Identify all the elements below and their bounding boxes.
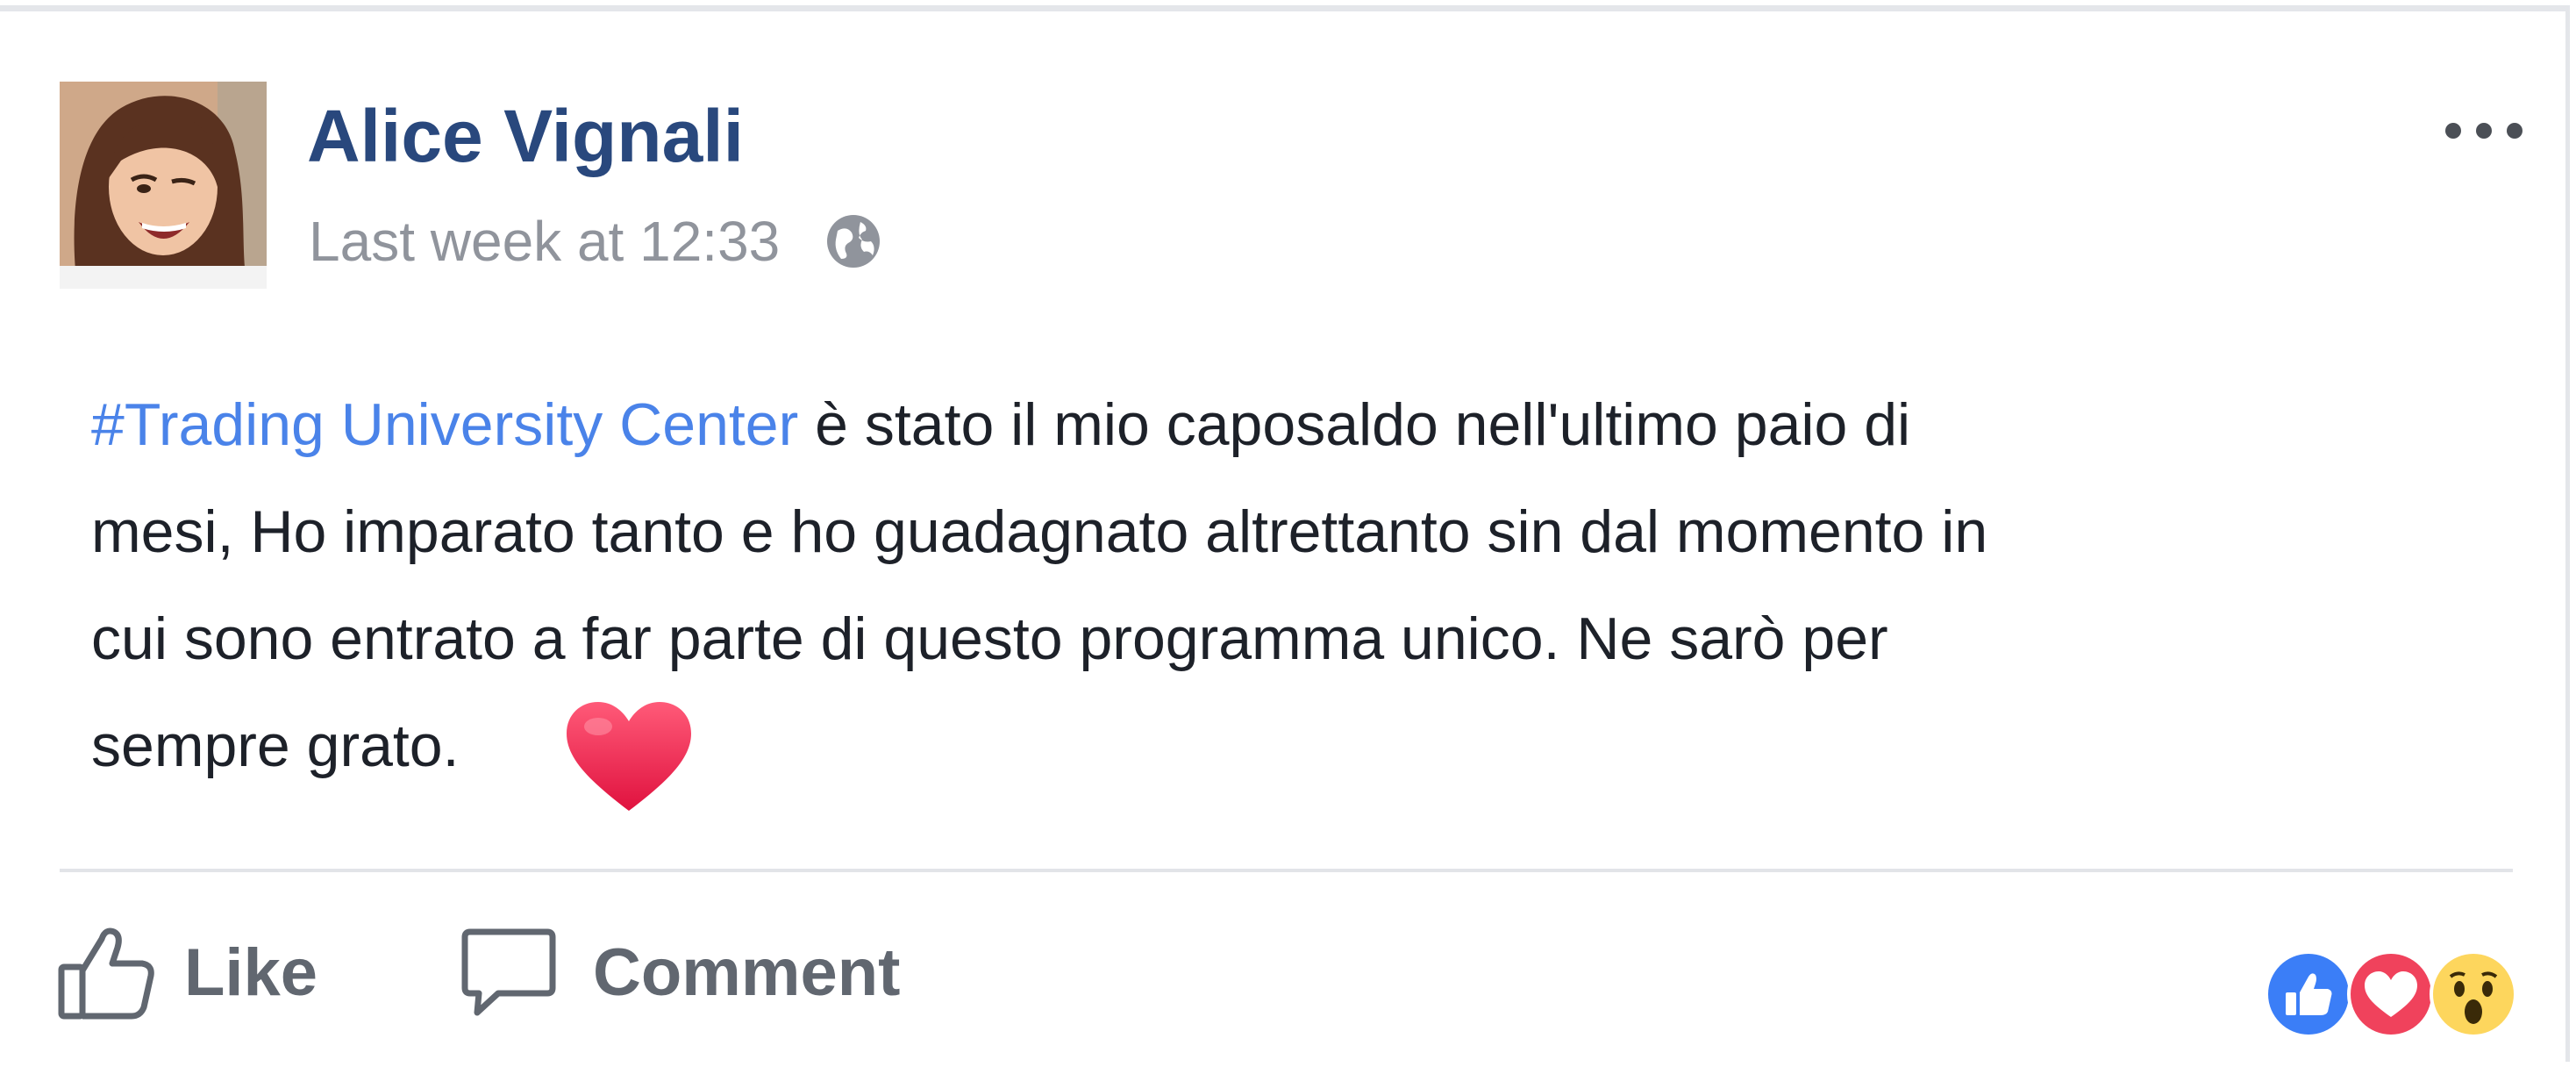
- like-label: Like: [184, 935, 318, 1010]
- like-reaction-icon: [2265, 950, 2352, 1038]
- post-text-4: sempre grato.: [91, 713, 460, 779]
- post-line-3: cui sono entrato a far parte di questo p…: [91, 605, 1888, 672]
- actions-divider: [60, 869, 2513, 872]
- post-timestamp[interactable]: Last week at 12:33: [309, 209, 780, 274]
- author-name[interactable]: Alice Vignali: [307, 99, 744, 173]
- post-text-1: è stato il mio caposaldo nell'ultimo pai…: [798, 391, 1911, 458]
- hashtag-link[interactable]: #Trading University Center: [91, 391, 798, 458]
- post-card: Alice Vignali Last week at 12:33 #Tradin…: [0, 5, 2570, 1062]
- more-dot: [2445, 123, 2461, 139]
- more-dot: [2507, 123, 2522, 139]
- post-body: #Trading University Center è stato il mi…: [91, 371, 2337, 812]
- author-avatar[interactable]: [60, 82, 267, 289]
- like-button[interactable]: Like: [56, 920, 318, 1025]
- heart-emoji-icon: [563, 700, 695, 814]
- more-options-icon[interactable]: [2445, 106, 2522, 155]
- post-meta: Last week at 12:33: [309, 206, 881, 276]
- post-line-4: sempre grato.: [91, 692, 2337, 812]
- post-line-1: #Trading University Center è stato il mi…: [91, 371, 2337, 478]
- comment-button[interactable]: Comment: [460, 920, 900, 1025]
- wow-reaction-icon: [2430, 950, 2517, 1038]
- avatar-photo: [60, 82, 267, 289]
- love-reaction-icon: [2347, 950, 2435, 1038]
- reactions-summary[interactable]: [2265, 950, 2517, 1038]
- more-dot: [2476, 123, 2492, 139]
- comment-label: Comment: [593, 935, 901, 1010]
- thumbs-up-icon: [56, 921, 158, 1023]
- globe-icon[interactable]: [825, 213, 881, 269]
- comment-bubble-icon: [460, 925, 558, 1020]
- post-line-2: mesi, Ho imparato tanto e ho guadagnato …: [91, 498, 1988, 565]
